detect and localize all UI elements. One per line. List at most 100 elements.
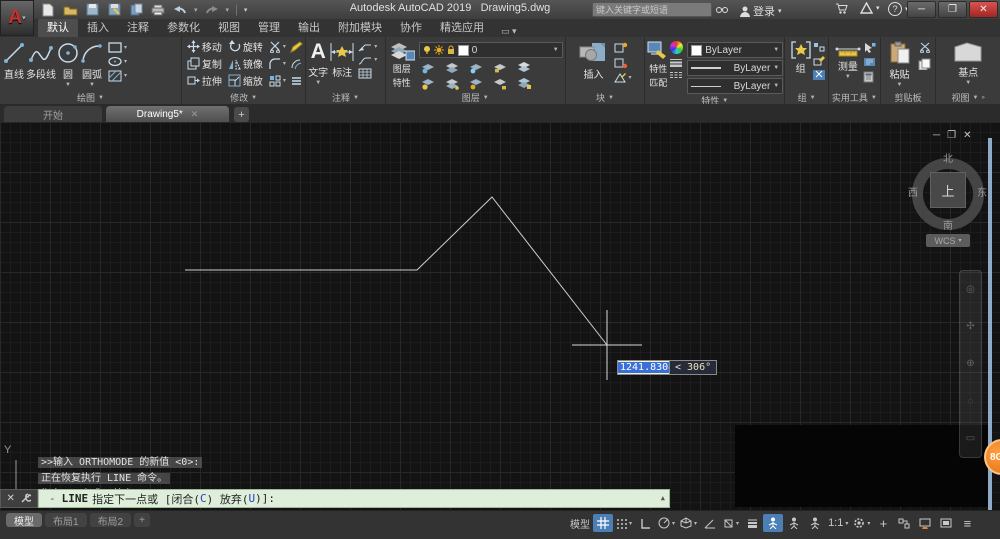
minimize-button[interactable]: ─: [907, 1, 936, 18]
stretch-button[interactable]: 拉伸: [187, 73, 222, 88]
ortho-toggle-icon[interactable]: [635, 514, 655, 532]
panel-label-layers[interactable]: 图层▼: [386, 91, 565, 104]
leader2-button[interactable]: ▾: [358, 55, 377, 65]
ribbon-minimize-icon[interactable]: ▭ ▾: [501, 26, 517, 37]
layout-tab-layout2[interactable]: 布局2: [90, 513, 132, 527]
layer-walk-icon[interactable]: [517, 77, 532, 90]
search-input[interactable]: [593, 5, 716, 15]
command-expand-icon[interactable]: ▲: [661, 494, 665, 502]
trim-button[interactable]: ▾: [269, 41, 286, 53]
save-as-icon[interactable]: [106, 2, 122, 17]
color-wheel-icon[interactable]: [670, 41, 683, 54]
tab-collaborate[interactable]: 协作: [391, 19, 431, 37]
dimension-button[interactable]: 标注: [328, 39, 356, 79]
nav-wheel-icon[interactable]: ◎: [966, 284, 975, 295]
nav-orbit-icon[interactable]: ◌: [968, 396, 974, 407]
group-edit-icon[interactable]: [813, 56, 825, 66]
lineweight-toggle-icon[interactable]: [742, 514, 762, 532]
osnap-toggle-icon[interactable]: ▾: [721, 514, 741, 532]
object-color-dropdown[interactable]: ByLayer▼: [687, 42, 783, 58]
layer-match-icon[interactable]: [517, 61, 532, 74]
tab-manage[interactable]: 管理: [249, 19, 289, 37]
redo-dropdown-icon[interactable]: ▾: [226, 6, 230, 14]
wcs-button[interactable]: WCS▾: [926, 234, 970, 247]
mirror-button[interactable]: 镜像: [228, 56, 263, 71]
move-button[interactable]: 移动: [187, 39, 222, 54]
erase-button[interactable]: [290, 41, 303, 53]
block-editor-icon[interactable]: [614, 72, 626, 83]
linetype-icon[interactable]: [669, 71, 683, 79]
panel-label-annotate[interactable]: 注释▼: [306, 91, 385, 104]
create-attribute-icon[interactable]: [614, 42, 628, 54]
rotate-button[interactable]: 旋转: [228, 39, 263, 54]
scale-button[interactable]: 缩放: [228, 73, 263, 88]
save-icon[interactable]: [84, 2, 100, 17]
undo-dropdown-icon[interactable]: ▾: [194, 6, 198, 14]
close-button[interactable]: ✕: [969, 1, 998, 18]
group-select-icon[interactable]: [813, 70, 825, 80]
autodesk-account-icon[interactable]: ▾: [860, 2, 880, 14]
customization-menu-icon[interactable]: ≡: [957, 514, 977, 532]
open-folder-icon[interactable]: [62, 2, 78, 17]
tab-home[interactable]: 默认: [38, 19, 78, 37]
tab-addins[interactable]: 附加模块: [329, 19, 391, 37]
measure-button[interactable]: 测量 ▼: [833, 39, 863, 80]
layer-freeze2-icon[interactable]: [469, 62, 484, 74]
grid-toggle-icon[interactable]: [593, 514, 613, 532]
layer-isolate-icon[interactable]: [445, 62, 460, 74]
dynamic-input-toggle-icon[interactable]: [763, 514, 783, 532]
explode-button[interactable]: [290, 75, 303, 87]
panel-label-clipboard[interactable]: 剪贴板: [881, 91, 936, 104]
performance-icon[interactable]: [915, 514, 935, 532]
undo-icon[interactable]: [172, 2, 188, 17]
layer-off-icon[interactable]: [421, 62, 436, 74]
panel-label-draw[interactable]: 绘图▼: [0, 91, 181, 104]
fillet-button[interactable]: ▾: [269, 58, 286, 70]
command-input[interactable]: - LINE 指定下一点或 [闭合(C) 放弃(U)]: ▲: [38, 489, 670, 508]
file-tab-start[interactable]: 开始: [4, 106, 102, 122]
transfer-icon[interactable]: [128, 2, 144, 17]
tab-parametric[interactable]: 参数化: [158, 19, 209, 37]
nav-steering-icon[interactable]: ▭: [966, 433, 975, 444]
insert-block-button[interactable]: 插入: [578, 39, 608, 81]
search-box[interactable]: [592, 2, 712, 17]
circle-button[interactable]: 圆 ▼: [56, 39, 80, 88]
layout-tab-layout1[interactable]: 布局1: [45, 513, 87, 527]
app-store-cart-icon[interactable]: [835, 3, 848, 14]
hatch-button[interactable]: ▾: [108, 70, 127, 82]
snap-toggle-icon[interactable]: ▾: [614, 514, 634, 532]
new-file-icon[interactable]: [40, 2, 56, 17]
plot-icon[interactable]: [150, 2, 166, 17]
tab-featured-apps[interactable]: 精选应用: [431, 19, 493, 37]
new-drawing-tab-button[interactable]: +: [234, 107, 249, 122]
line-button[interactable]: 直线: [2, 39, 26, 81]
otrack-toggle-icon[interactable]: [700, 514, 720, 532]
annotation-visibility-icon[interactable]: [784, 514, 804, 532]
qat-customize-icon[interactable]: ▾: [244, 6, 248, 14]
annotation-monitor-plus-icon[interactable]: +: [873, 514, 893, 532]
viewcube-west[interactable]: 西: [908, 184, 918, 199]
ellipse-button[interactable]: ▾: [108, 56, 127, 67]
redo-icon[interactable]: [204, 2, 220, 17]
help-icon[interactable]: ?▾: [888, 2, 909, 16]
panel-label-group[interactable]: 组▼: [785, 91, 828, 104]
manage-attribute-icon[interactable]: [614, 57, 628, 69]
restore-button[interactable]: ❐: [938, 1, 967, 18]
navigation-bar[interactable]: ◎ ✣ ⊕ ◌ ▭: [959, 270, 982, 458]
layer-sun2-icon[interactable]: [469, 78, 484, 90]
viewcube-top-face[interactable]: 上: [930, 172, 966, 208]
isodraft-toggle-icon[interactable]: ▾: [678, 514, 699, 532]
paste-button[interactable]: 粘贴 ▼: [886, 39, 914, 88]
panel-label-view[interactable]: 视图▼»: [936, 91, 1000, 104]
table-button[interactable]: [358, 68, 377, 79]
layer-bulb2-icon[interactable]: [421, 78, 436, 90]
leader-button[interactable]: ▾: [358, 42, 377, 52]
file-tab-close-icon[interactable]: ✕: [191, 109, 199, 120]
viewcube-east[interactable]: 东: [977, 184, 987, 199]
nav-zoom-icon[interactable]: ⊕: [966, 358, 974, 369]
viewcube-north[interactable]: 北: [943, 150, 953, 165]
quick-select-icon[interactable]: [863, 42, 876, 53]
tab-annotate[interactable]: 注释: [118, 19, 158, 37]
rectangle-button[interactable]: ▾: [108, 42, 127, 53]
group-button[interactable]: 组: [789, 39, 813, 75]
